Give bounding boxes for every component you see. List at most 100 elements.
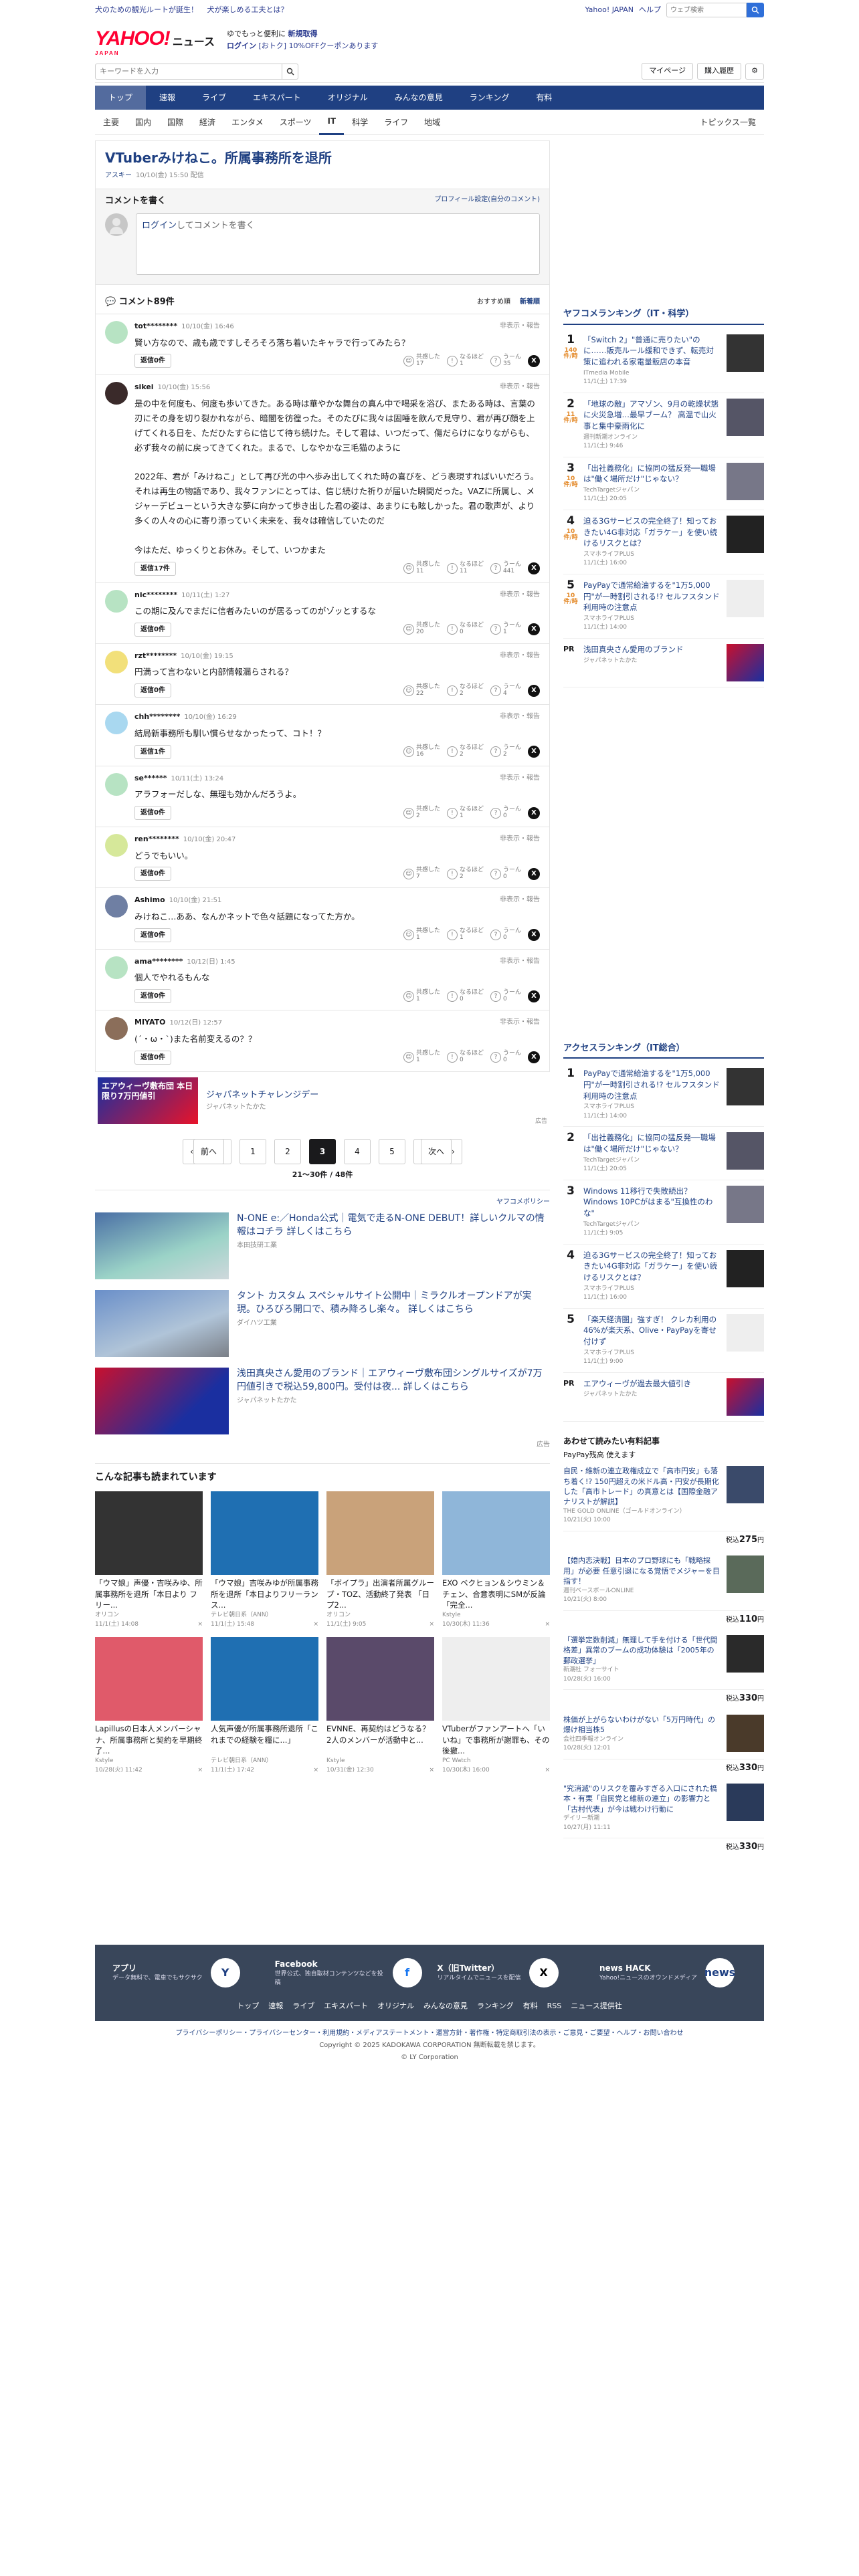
mypage-button[interactable]: マイページ (642, 63, 693, 80)
cnav-item[interactable]: 科学 (344, 110, 376, 135)
topics-list-link[interactable]: トピックス一覧 (692, 110, 764, 135)
related-article-title[interactable]: EXO ベクヒョン＆シウミン＆チェン、合意表明にSMが反論「完全... (442, 1578, 550, 1611)
empathy-button[interactable]: ☺ 共感した 1 (403, 928, 440, 942)
purchase-history-button[interactable]: 購入履歴 (697, 63, 741, 80)
comment-username[interactable]: ren******** (134, 835, 179, 843)
ranking-title-link[interactable]: 迫る3Gサービスの完全終了！知っておきたい4G非対応「ガラケー」を使い続けるリス… (583, 516, 721, 549)
related-article[interactable]: 「ボイプラ」出演者所属グループ・TOZ、活動終了発表 「日プ2... オリコン 11… (326, 1491, 434, 1629)
keyword-input[interactable] (95, 63, 282, 80)
reply-button[interactable]: 返信0件 (134, 1050, 171, 1065)
cnav-item[interactable]: ライフ (376, 110, 416, 135)
avatar[interactable] (105, 382, 128, 405)
promo-link[interactable]: 犬が楽しめる工夫とは？ (207, 5, 288, 14)
cnav-item[interactable]: IT (319, 110, 345, 135)
insight-button[interactable]: ! なるほど 1 (446, 354, 484, 368)
reply-button[interactable]: 返信0件 (134, 928, 171, 942)
x-share-icon[interactable]: X (528, 354, 540, 367)
paid-article-title[interactable]: 【婚内恋決戦】日本のプロ野球にも「戦略採用」が必要 任意引退になる覚悟でメジャー… (563, 1555, 721, 1586)
empathy-button[interactable]: ☺ 共感した 17 (403, 354, 440, 368)
signup-link[interactable]: 新規取得 (288, 29, 317, 38)
footer-link[interactable]: エキスパート (324, 2001, 368, 2012)
cnav-item[interactable]: 地域 (416, 110, 448, 135)
related-article-title[interactable]: 「ウマ娘」吉咲みゆが所属事務所を退所「本日よりフリーランス... (211, 1578, 318, 1611)
gnav-item[interactable]: ライブ (189, 86, 240, 110)
login-link[interactable]: ログイン (227, 41, 256, 50)
login-link[interactable]: ログイン (142, 221, 177, 231)
hmm-button[interactable]: ? うーん 2 (490, 744, 521, 758)
empathy-button[interactable]: ☺ 共感した 11 (403, 561, 440, 575)
legal-links[interactable]: プライバシーポリシー・プライバシーセンター・利用規約・メディアステートメント・運… (0, 2028, 859, 2040)
promo-link[interactable]: 犬のための観光ルートが誕生！ (95, 5, 198, 14)
ranking-title-link[interactable]: 「Switch 2」"普通に売りたい"のに……販売ルール緩和できず、転売対策に追… (583, 334, 721, 368)
cnav-item[interactable]: エンタメ (223, 110, 272, 135)
empathy-button[interactable]: ☺ 共感した 2 (403, 806, 440, 820)
insight-button[interactable]: ! なるほど 11 (446, 561, 484, 575)
comment-username[interactable]: chh******** (134, 712, 180, 721)
comment-username[interactable]: Ashimo (134, 895, 165, 904)
settings-button[interactable]: ⚙ (745, 63, 764, 80)
hide-report-link[interactable]: 非表示・報告 (500, 590, 540, 601)
insight-button[interactable]: ! なるほど 2 (446, 867, 484, 881)
empathy-button[interactable]: ☺ 共感した 1 (403, 989, 440, 1003)
paid-article[interactable]: 自民・維新の連立政権成立で「高市円安」も落ち着く!? 150円超えの米ドル高・円… (563, 1461, 764, 1550)
footer-link[interactable]: オリジナル (377, 2001, 414, 2012)
hide-report-link[interactable]: 非表示・報告 (500, 321, 540, 332)
insight-button[interactable]: ! なるほど 2 (446, 683, 484, 697)
insight-button[interactable]: ! なるほど 2 (446, 744, 484, 758)
ranking-item[interactable]: 2 11 件/時 「地球の敵」アマゾン、9月の乾燥状態に火災急増…最早ブーム？ 高温で… (563, 393, 764, 457)
x-share-icon[interactable]: X (528, 929, 540, 942)
hmm-button[interactable]: ? うーん 4 (490, 683, 521, 697)
related-article-title[interactable]: 「ボイプラ」出演者所属グループ・TOZ、活動終了発表 「日プ2... (326, 1578, 434, 1611)
prev-page-button[interactable]: ‹ 前へ (183, 1138, 231, 1164)
close-icon[interactable]: × (313, 1620, 318, 1630)
avatar[interactable] (105, 712, 128, 735)
sponsored-title[interactable]: タント カスタム スペシャルサイト公開中｜ミラクルオープンドアが実現。ひろびろ開… (237, 1290, 550, 1316)
close-icon[interactable]: × (429, 1620, 434, 1630)
avatar[interactable] (105, 321, 128, 344)
footer-app-link[interactable]: X（旧Twitter） リアルタイムでニュースを配信 X (437, 1957, 584, 1988)
ranking-item[interactable]: 5 「楽天経済圏」強すぎ！ クレカ利用の46%が楽天系、Olive・PayPayを… (563, 1309, 764, 1373)
related-article-title[interactable]: Lapillusの日本人メンバーシャナ、所属事務所と契約を早期終了... (95, 1723, 203, 1757)
article-source[interactable]: アスキー (105, 172, 132, 179)
hmm-button[interactable]: ? うーん 441 (490, 561, 521, 575)
hide-report-link[interactable]: 非表示・報告 (500, 382, 540, 393)
search-button[interactable] (747, 3, 764, 17)
cnav-item[interactable]: 国内 (127, 110, 159, 135)
footer-link[interactable]: 有料 (523, 2001, 538, 2012)
comment-username[interactable]: rzt******** (134, 651, 177, 660)
avatar[interactable] (105, 589, 128, 613)
gnav-item[interactable]: 速報 (146, 86, 189, 110)
hide-report-link[interactable]: 非表示・報告 (500, 834, 540, 845)
sponsored-item[interactable]: 浅田真央さん愛用のブランド｜エアウィーヴ敷布団シングルサイズが7万円値引きで税込… (95, 1362, 550, 1440)
paid-article[interactable]: 【婚内恋決戦】日本のプロ野球にも「戦略採用」が必要 任意引退になる覚悟でメジャー… (563, 1550, 764, 1630)
avatar[interactable] (105, 1017, 128, 1041)
cnav-item[interactable]: 経済 (191, 110, 223, 135)
empathy-button[interactable]: ☺ 共感した 1 (403, 1050, 440, 1064)
hmm-button[interactable]: ? うーん 0 (490, 989, 521, 1003)
reply-button[interactable]: 返信1件 (134, 744, 171, 759)
footer-link[interactable]: トップ (237, 2001, 259, 2012)
ranking-item[interactable]: 4 10 件/時 迫る3Gサービスの完全終了！知っておきたい4G非対応「ガラケー」を使… (563, 510, 764, 574)
ranking-item[interactable]: 4 迫る3Gサービスの完全終了！知っておきたい4G非対応「ガラケー」を使い続けるリ… (563, 1245, 764, 1309)
hmm-button[interactable]: ? うーん 0 (490, 928, 521, 942)
paid-article-title[interactable]: 「選挙定数削減」無理して手を付ける「世代間格差」異常のブームの成功体験は「200… (563, 1635, 721, 1666)
ranking-item[interactable]: 5 10 件/時 PayPayで通常給油するを"1万5,000円"が一時割引される!?… (563, 574, 764, 639)
ranking-pr-item[interactable]: PR エアウィーヴが過去最大値引き ジャパネットたかた (563, 1373, 764, 1422)
related-article-title[interactable]: VTuberがファンアートへ「いいね」で事務所が謝罪も、その後撤... (442, 1723, 550, 1757)
empathy-button[interactable]: ☺ 共感した 22 (403, 683, 440, 697)
comment-username[interactable]: MIYATO (134, 1018, 165, 1027)
avatar[interactable] (105, 650, 128, 673)
x-share-icon[interactable]: X (528, 562, 540, 574)
ranking-pr-item[interactable]: PR 浅田真央さん愛用のブランド ジャパネットたかた (563, 639, 764, 687)
gnav-item[interactable]: ランキング (456, 86, 523, 110)
reply-button[interactable]: 返信0件 (134, 683, 171, 698)
ranking-item[interactable]: 1 PayPayで通常給油するを"1万5,000円"が一時割引される!? セルフス… (563, 1063, 764, 1128)
ranking-item[interactable]: 1 140 件/時 「Switch 2」"普通に売りたい"のに……販売ルール緩和できず… (563, 329, 764, 393)
related-article[interactable]: 「ウマ娘」吉咲みゆが所属事務所を退所「本日よりフリーランス... テレビ朝日系（A… (211, 1491, 318, 1629)
page-button[interactable]: 4 (344, 1138, 371, 1164)
gnav-item[interactable]: オリジナル (314, 86, 381, 110)
avatar[interactable] (105, 895, 128, 918)
related-article-title[interactable]: EVNNE、再契約はどうなる？2人のメンバーが活動中と... (326, 1723, 434, 1757)
paid-article[interactable]: 株価が上がらないわけがない「5万円時代」の爆け相当株5 会社四季報オンライン 10/… (563, 1709, 764, 1778)
coupon-link[interactable]: [おトク] 10%OFFクーポンあります (258, 41, 378, 50)
